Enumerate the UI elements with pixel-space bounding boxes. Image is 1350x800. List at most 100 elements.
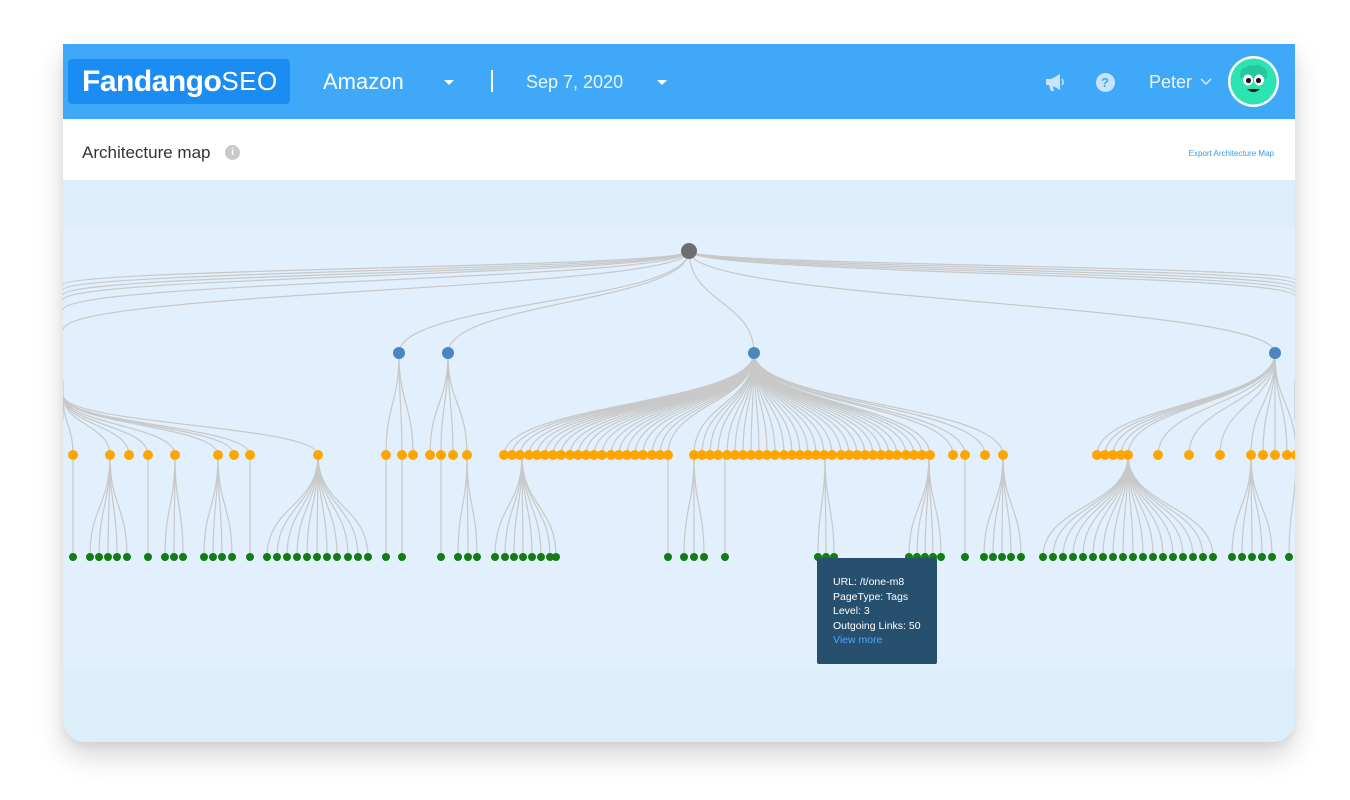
- level2-node[interactable]: [827, 450, 837, 460]
- level2-node[interactable]: [1258, 450, 1268, 460]
- level3-node[interactable]: [382, 553, 390, 561]
- level3-node[interactable]: [1059, 553, 1067, 561]
- level3-node[interactable]: [283, 553, 291, 561]
- level3-node[interactable]: [200, 553, 208, 561]
- architecture-tree-graph[interactable]: [63, 180, 1295, 742]
- level3-node[interactable]: [113, 553, 121, 561]
- level3-node[interactable]: [1079, 553, 1087, 561]
- level3-node[interactable]: [491, 553, 499, 561]
- level3-node[interactable]: [323, 553, 331, 561]
- level3-node[interactable]: [1017, 553, 1025, 561]
- level3-node[interactable]: [664, 553, 672, 561]
- level2-node[interactable]: [960, 450, 970, 460]
- level3-node[interactable]: [464, 553, 472, 561]
- level3-node[interactable]: [69, 553, 77, 561]
- level2-node[interactable]: [597, 450, 607, 460]
- level3-node[interactable]: [454, 553, 462, 561]
- level3-node[interactable]: [1248, 553, 1256, 561]
- level3-node[interactable]: [398, 553, 406, 561]
- crawl-date-selector[interactable]: Sep 7, 2020: [526, 66, 668, 98]
- architecture-map-canvas[interactable]: [63, 180, 1295, 742]
- level1-node[interactable]: [748, 347, 760, 359]
- level3-node[interactable]: [218, 553, 226, 561]
- level3-node[interactable]: [123, 553, 131, 561]
- level2-node[interactable]: [425, 450, 435, 460]
- level3-node[interactable]: [1149, 553, 1157, 561]
- level2-node[interactable]: [1215, 450, 1225, 460]
- level3-node[interactable]: [961, 553, 969, 561]
- level3-node[interactable]: [552, 553, 560, 561]
- level2-node[interactable]: [713, 450, 723, 460]
- level3-node[interactable]: [1139, 553, 1147, 561]
- level2-node[interactable]: [143, 450, 153, 460]
- level1-node[interactable]: [393, 347, 405, 359]
- level3-node[interactable]: [1268, 553, 1276, 561]
- level3-node[interactable]: [1089, 553, 1097, 561]
- level2-node[interactable]: [1184, 450, 1194, 460]
- level3-node[interactable]: [721, 553, 729, 561]
- level3-node[interactable]: [1189, 553, 1197, 561]
- level2-node[interactable]: [925, 450, 935, 460]
- level3-node[interactable]: [1099, 553, 1107, 561]
- level3-node[interactable]: [273, 553, 281, 561]
- tooltip-view-more-link[interactable]: View more: [833, 633, 937, 648]
- level3-node[interactable]: [209, 553, 217, 561]
- level3-node[interactable]: [1199, 553, 1207, 561]
- level2-node[interactable]: [213, 450, 223, 460]
- level2-node[interactable]: [556, 450, 566, 460]
- level3-node[interactable]: [246, 553, 254, 561]
- level3-node[interactable]: [1228, 553, 1236, 561]
- level3-node[interactable]: [1169, 553, 1177, 561]
- level2-node[interactable]: [515, 450, 525, 460]
- level2-node[interactable]: [381, 450, 391, 460]
- level2-node[interactable]: [408, 450, 418, 460]
- level3-node[interactable]: [333, 553, 341, 561]
- level3-node[interactable]: [1049, 553, 1057, 561]
- level3-node[interactable]: [680, 553, 688, 561]
- fandangoseo-logo[interactable]: Fandango SEO: [68, 59, 290, 104]
- level3-node[interactable]: [344, 553, 352, 561]
- level3-node[interactable]: [528, 553, 536, 561]
- level2-node[interactable]: [663, 450, 673, 460]
- level1-node[interactable]: [1269, 347, 1281, 359]
- level3-node[interactable]: [95, 553, 103, 561]
- level3-node[interactable]: [473, 553, 481, 561]
- level2-node[interactable]: [892, 450, 902, 460]
- level2-node[interactable]: [980, 450, 990, 460]
- level3-node[interactable]: [179, 553, 187, 561]
- level3-node[interactable]: [144, 553, 152, 561]
- help-button[interactable]: ?: [1093, 70, 1117, 94]
- announcements-button[interactable]: [1043, 70, 1067, 94]
- level2-node[interactable]: [1282, 450, 1292, 460]
- level3-node[interactable]: [1238, 553, 1246, 561]
- level2-node[interactable]: [462, 450, 472, 460]
- level3-node[interactable]: [228, 553, 236, 561]
- level3-node[interactable]: [1258, 553, 1266, 561]
- level3-node[interactable]: [86, 553, 94, 561]
- site-selector[interactable]: Amazon: [323, 66, 454, 98]
- level3-node[interactable]: [313, 553, 321, 561]
- level2-node[interactable]: [1246, 450, 1256, 460]
- level2-node[interactable]: [436, 450, 446, 460]
- level2-node[interactable]: [448, 450, 458, 460]
- level3-node[interactable]: [364, 553, 372, 561]
- level2-node[interactable]: [1123, 450, 1133, 460]
- level2-node[interactable]: [68, 450, 78, 460]
- level3-node[interactable]: [1069, 553, 1077, 561]
- level2-node[interactable]: [948, 450, 958, 460]
- level3-node[interactable]: [1039, 553, 1047, 561]
- level3-node[interactable]: [998, 553, 1006, 561]
- level3-node[interactable]: [501, 553, 509, 561]
- root-node[interactable]: [681, 243, 697, 259]
- level3-node[interactable]: [1109, 553, 1117, 561]
- level2-node[interactable]: [638, 450, 648, 460]
- level3-node[interactable]: [303, 553, 311, 561]
- level3-node[interactable]: [980, 553, 988, 561]
- level3-node[interactable]: [354, 553, 362, 561]
- level2-node[interactable]: [1270, 450, 1280, 460]
- level2-node[interactable]: [770, 450, 780, 460]
- level3-node[interactable]: [263, 553, 271, 561]
- level3-node[interactable]: [1119, 553, 1127, 561]
- avatar[interactable]: [1228, 56, 1279, 107]
- level2-node[interactable]: [124, 450, 134, 460]
